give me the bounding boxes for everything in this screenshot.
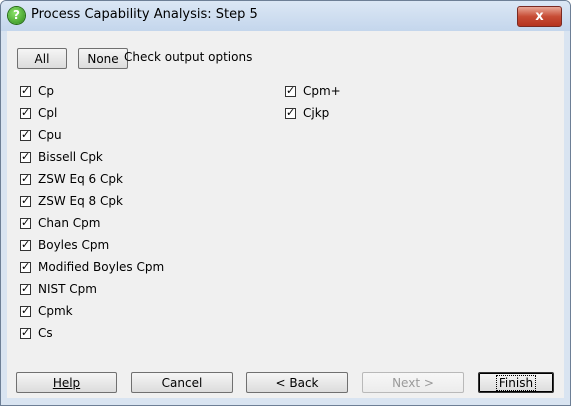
checkbox[interactable] (285, 83, 296, 98)
option-checkbox-row[interactable]: ZSW Eq 8 Cpk (20, 192, 123, 210)
checkbox[interactable] (20, 193, 31, 208)
option-checkbox-row[interactable]: Cs (20, 324, 53, 342)
checkbox-label: Bissell Cpk (38, 150, 103, 164)
option-checkbox-row[interactable]: Bissell Cpk (20, 148, 103, 166)
checkbox-label: Cs (38, 326, 53, 340)
back-button[interactable]: < Back (246, 372, 348, 393)
checkbox-label: Cjkp (303, 106, 330, 120)
checkbox-label: Chan Cpm (38, 216, 101, 230)
checkbox[interactable] (20, 325, 31, 340)
option-checkbox-row[interactable]: Cjkp (285, 104, 329, 122)
checkbox-label: ZSW Eq 6 Cpk (38, 172, 123, 186)
option-checkbox-row[interactable]: Cp (20, 82, 54, 100)
close-button[interactable]: x (517, 6, 562, 27)
checkbox[interactable] (20, 83, 31, 98)
output-options-hint: Check output options (124, 50, 253, 64)
title-bar: ? Process Capability Analysis: Step 5 x (1, 1, 570, 31)
checkbox[interactable] (20, 281, 31, 296)
back-button-label: < Back (275, 376, 319, 390)
option-checkbox-row[interactable]: Cpl (20, 104, 57, 122)
checkbox[interactable] (20, 105, 31, 120)
option-checkbox-row[interactable]: Boyles Cpm (20, 236, 109, 254)
option-checkbox-row[interactable]: Cpm+ (285, 82, 341, 100)
option-checkbox-row[interactable]: Modified Boyles Cpm (20, 258, 164, 276)
checkbox[interactable] (20, 171, 31, 186)
checkbox[interactable] (20, 149, 31, 164)
next-button-label: Next > (392, 376, 434, 390)
select-none-button[interactable]: None (78, 48, 128, 69)
option-checkbox-row[interactable]: Cpmk (20, 302, 73, 320)
finish-button[interactable]: Finish (478, 372, 554, 393)
checkbox-label: Cpmk (38, 304, 73, 318)
checkbox[interactable] (285, 105, 296, 120)
dialog-client-area: All None Check output options Cp Cpl Cpu Bi… (7, 31, 564, 398)
checkbox-label: Modified Boyles Cpm (38, 260, 165, 274)
checkbox-label: Cpl (38, 106, 58, 120)
checkbox[interactable] (20, 237, 31, 252)
option-checkbox-row[interactable]: Cpu (20, 126, 62, 144)
next-button[interactable]: Next > (362, 372, 464, 393)
checkbox-label: NIST Cpm (38, 282, 97, 296)
checkbox[interactable] (20, 127, 31, 142)
cancel-button-label: Cancel (161, 376, 203, 390)
checkbox-label: ZSW Eq 8 Cpk (38, 194, 123, 208)
cancel-button[interactable]: Cancel (131, 372, 233, 393)
help-button-label: Help (52, 376, 81, 390)
option-checkbox-row[interactable]: NIST Cpm (20, 280, 97, 298)
checkbox[interactable] (20, 259, 31, 274)
help-button[interactable]: Help (16, 372, 117, 393)
finish-button-label: Finish (495, 375, 537, 391)
option-checkbox-row[interactable]: Chan Cpm (20, 214, 100, 232)
checkbox[interactable] (20, 215, 31, 230)
window-title: Process Capability Analysis: Step 5 (31, 7, 258, 22)
help-question-icon: ? (8, 7, 25, 24)
option-checkbox-row[interactable]: ZSW Eq 6 Cpk (20, 170, 123, 188)
checkbox-label: Boyles Cpm (38, 238, 110, 252)
checkbox-label: Cpm+ (303, 84, 341, 98)
checkbox-label: Cp (38, 84, 54, 98)
select-all-button[interactable]: All (17, 48, 67, 69)
dialog-window: ? Process Capability Analysis: Step 5 x … (0, 0, 571, 406)
checkbox[interactable] (20, 303, 31, 318)
checkbox-label: Cpu (38, 128, 62, 142)
